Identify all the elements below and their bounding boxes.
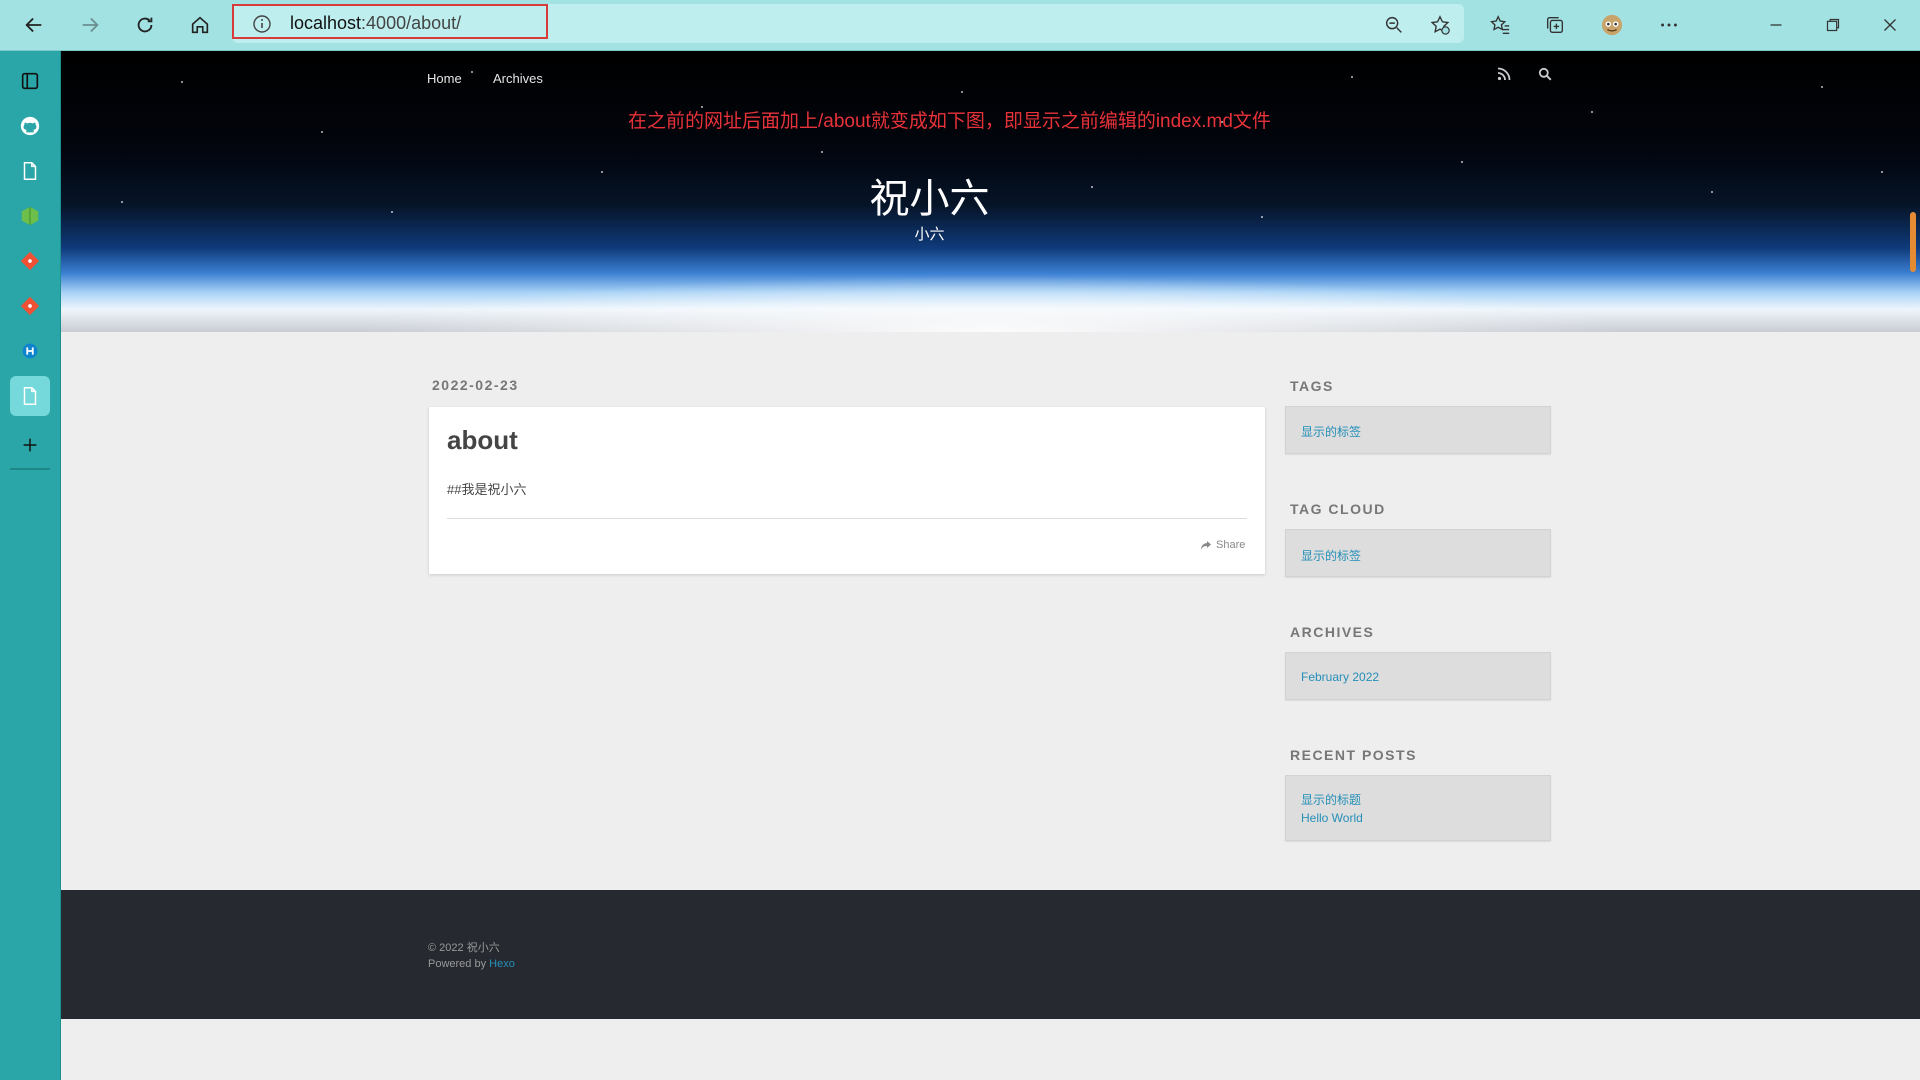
sidebar-add-button[interactable] xyxy=(10,425,50,465)
forward-button[interactable] xyxy=(74,9,106,41)
post-divider xyxy=(447,518,1247,519)
close-button[interactable] xyxy=(1874,9,1906,41)
document-icon xyxy=(23,387,37,405)
sidebar-github[interactable] xyxy=(10,106,50,146)
url-path: :4000/about/ xyxy=(361,13,462,33)
hexo-icon xyxy=(22,343,38,359)
hexo-link[interactable]: Hexo xyxy=(489,958,515,970)
forward-arrow-icon xyxy=(82,17,99,33)
home-button[interactable] xyxy=(184,9,216,41)
sidebar-hexo[interactable] xyxy=(10,331,50,371)
site-subtitle: 小六 xyxy=(914,226,945,243)
sidebar-tab-actions[interactable] xyxy=(10,61,50,101)
sidebar-divider xyxy=(10,468,50,470)
url-host: localhost xyxy=(290,13,362,33)
browser-toolbar: localhost:4000/about/ xyxy=(0,0,1920,51)
tag-cloud-link[interactable]: 显示的标签 xyxy=(1301,547,1361,564)
favorites-button[interactable] xyxy=(1484,9,1516,41)
post-body: ##我是祝小六 xyxy=(447,482,527,497)
recent-post-link[interactable]: Hello World xyxy=(1301,811,1363,825)
refresh-button[interactable] xyxy=(129,9,161,41)
site-footer xyxy=(61,890,1920,1019)
recent-post-link[interactable]: 显示的标题 xyxy=(1301,791,1361,808)
footer-copyright: © 2022 祝小六 xyxy=(428,942,500,954)
plus-icon xyxy=(23,438,37,452)
rss-icon[interactable] xyxy=(1497,67,1511,81)
favorites-icon xyxy=(1490,15,1510,34)
back-arrow-icon xyxy=(25,17,42,33)
footer-powered-by: Powered by Hexo xyxy=(428,958,515,970)
profile-button[interactable] xyxy=(1596,9,1628,41)
zoom-out-icon xyxy=(1385,16,1402,33)
share-icon xyxy=(1201,540,1211,550)
sidebar-page-active[interactable] xyxy=(10,376,50,416)
post-card xyxy=(429,407,1265,574)
more-menu-button[interactable] xyxy=(1653,9,1685,41)
collections-icon xyxy=(1546,16,1564,34)
home-icon xyxy=(191,16,209,34)
minimize-icon xyxy=(1770,24,1782,26)
nav-home-link[interactable]: Home xyxy=(427,71,462,86)
archive-link[interactable]: February 2022 xyxy=(1301,670,1379,684)
sidebar-git-1[interactable] xyxy=(10,241,50,281)
close-icon xyxy=(1884,19,1896,31)
post-title[interactable]: about xyxy=(447,425,518,456)
nav-archives-link[interactable]: Archives xyxy=(493,71,543,86)
info-icon[interactable] xyxy=(252,14,272,34)
site-title[interactable]: 祝小六 xyxy=(0,166,1859,224)
share-label: Share xyxy=(1216,539,1246,551)
restore-button[interactable] xyxy=(1817,9,1849,41)
minimize-button[interactable] xyxy=(1760,9,1792,41)
tag-link[interactable]: 显示的标签 xyxy=(1301,423,1361,440)
sidebar-git-2[interactable] xyxy=(10,286,50,326)
scrollbar-thumb[interactable] xyxy=(1910,212,1916,272)
github-icon xyxy=(20,116,40,136)
zoom-button[interactable] xyxy=(1378,9,1410,41)
collections-button[interactable] xyxy=(1539,9,1571,41)
back-button[interactable] xyxy=(18,9,50,41)
ellipsis-icon xyxy=(1661,23,1677,27)
restore-icon xyxy=(1826,18,1840,32)
address-url[interactable]: localhost:4000/about/ xyxy=(290,13,461,34)
refresh-icon xyxy=(137,17,153,33)
tab-actions-icon xyxy=(21,72,39,90)
git-icon xyxy=(20,296,40,316)
star-add-icon xyxy=(1430,15,1450,35)
git-icon xyxy=(20,251,40,271)
widget-archives-heading: ARCHIVES xyxy=(1290,624,1375,640)
avatar-icon xyxy=(1601,14,1623,36)
annotation-text: 在之前的网址后面加上/about就变成如下图，即显示之前编辑的index.md文… xyxy=(628,111,1271,132)
powered-prefix: Powered by xyxy=(428,958,490,970)
search-icon[interactable] xyxy=(1538,67,1552,81)
widget-tags-heading: TAGS xyxy=(1290,378,1334,394)
widget-recent-posts-box xyxy=(1285,775,1551,841)
widget-tag-cloud-heading: TAG CLOUD xyxy=(1290,501,1386,517)
add-favorite-button[interactable] xyxy=(1424,9,1456,41)
share-link[interactable]: Share xyxy=(1200,539,1245,551)
widget-recent-posts-heading: RECENT POSTS xyxy=(1290,747,1417,763)
post-date[interactable]: 2022-02-23 xyxy=(432,377,519,393)
